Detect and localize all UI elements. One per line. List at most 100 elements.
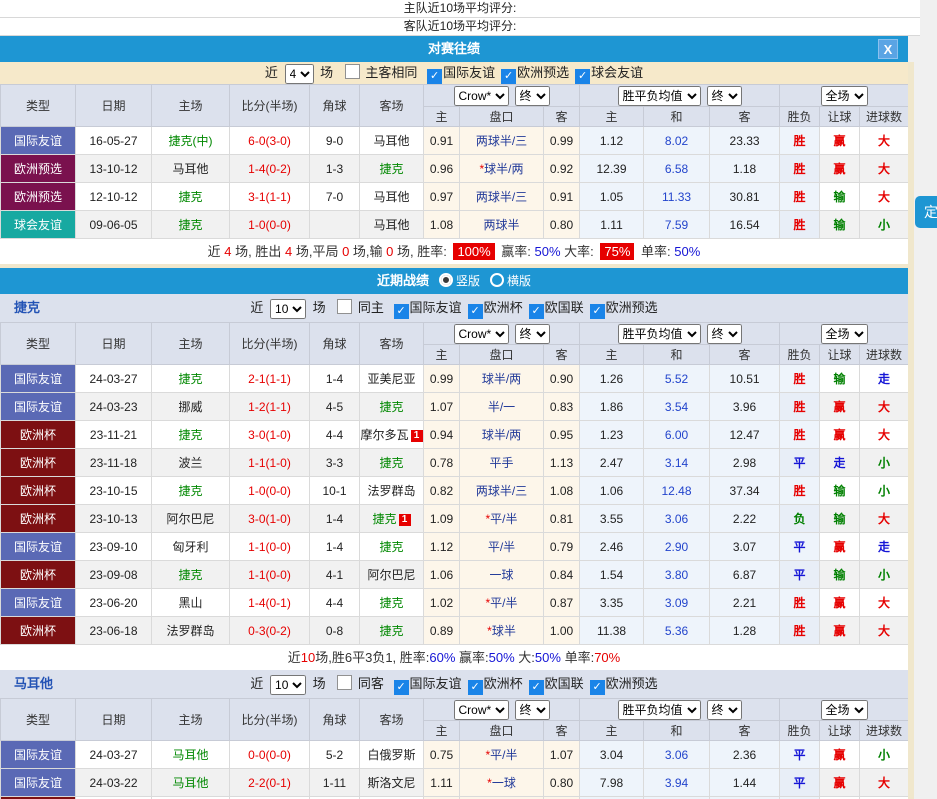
fullmatch-select-group: 全场 [780,323,909,345]
close-icon[interactable]: X [878,39,898,59]
match-type-cell: 欧洲预选 [1,155,76,183]
odds-select-group: Crow* 终 [424,699,580,721]
handicap-cell: 两球半/三 [460,477,544,505]
league-filter-checkbox[interactable]: ✓ [468,304,483,319]
league-filter-checkbox[interactable]: ✓ [501,69,516,84]
layout-radio-selected[interactable] [439,273,453,287]
fullmatch-select[interactable]: 全场 [821,86,868,106]
date-cell: 23-11-18 [76,449,152,477]
league-filter-checkbox[interactable]: ✓ [590,304,605,319]
match-row: 欧洲预选13-10-12马耳他1-4(0-2)1-3捷克0.96*球半/两0.9… [1,155,909,183]
avg-select[interactable]: 胜平负均值 [618,324,701,344]
summary-segment: 场,胜6平3负1, 胜率: [315,650,429,665]
match-count-select[interactable]: 4 [285,64,314,84]
corner-cell: 1-11 [310,769,360,797]
col-odds-away: 客 [544,345,580,365]
col-handicap-result: 让球 [820,107,860,127]
home-team-cell: 捷克 [152,183,230,211]
date-cell: 12-10-12 [76,183,152,211]
date-cell: 24-03-23 [76,393,152,421]
odds-final-select[interactable]: 终 [515,86,550,106]
score-cell: 2-2(0-1) [230,769,310,797]
score-cell: 3-0(1-0) [230,421,310,449]
odds-final-select[interactable]: 终 [515,324,550,344]
avg-away-cell: 2.36 [710,741,780,769]
avg-select-group: 胜平负均值终 [580,699,780,721]
same-away-checkbox[interactable] [337,675,352,690]
corner-cell: 9-0 [310,127,360,155]
same-homeaway-checkbox[interactable] [345,64,360,79]
col-goals: 进球数 [860,107,909,127]
layout-radio-unselected[interactable] [490,273,504,287]
away-odds-cell: 0.81 [544,505,580,533]
home-odds-cell: 0.99 [424,365,460,393]
corner-cell: 5-2 [310,741,360,769]
home-team-cell: 捷克 [152,365,230,393]
league-filter-checkbox[interactable]: ✓ [468,680,483,695]
match-row: 欧洲杯23-10-15捷克1-0(0-0)10-1法罗群岛0.82两球半/三1.… [1,477,909,505]
col-avg-away: 客 [710,345,780,365]
malta-table: 类型 日期 主场 比分(半场) 角球 客场 Crow*终 胜平负均值终 全场 [0,698,909,799]
col-avg-away: 客 [710,721,780,741]
bookmaker-select[interactable]: Crow* [454,700,509,720]
home-odds-cell: 1.08 [424,211,460,239]
avg-final-select[interactable]: 终 [707,700,742,720]
avg-select[interactable]: 胜平负均值 [618,700,701,720]
corner-cell: 4-5 [310,393,360,421]
layout-radio-label[interactable]: 竖版 [456,274,480,288]
home-team-cell: 捷克(中) [152,127,230,155]
match-row: 球会友谊09-06-05捷克1-0(0-0)马耳他1.08两球半0.801.11… [1,211,909,239]
star-icon: * [485,596,490,610]
corner-cell: 1-4 [310,365,360,393]
wdl-result-cell: 平 [780,561,820,589]
home-team-cell: 捷克 [152,477,230,505]
match-type-cell: 国际友谊 [1,127,76,155]
bookmaker-select[interactable]: Crow* [454,324,509,344]
league-filter-checkbox[interactable]: ✓ [529,680,544,695]
bookmaker-select[interactable]: Crow* [454,86,509,106]
summary-segment: 75% [600,243,634,260]
odds-final-select[interactable]: 终 [515,700,550,720]
col-score: 比分(半场) [230,699,310,741]
avg-draw-cell: 12.48 [644,477,710,505]
avg-away-cell: 1.18 [710,155,780,183]
match-count-select[interactable]: 10 [270,675,306,695]
home-team-cell: 匈牙利 [152,533,230,561]
summary-segment: 100% [453,243,494,260]
col-avg-away: 客 [710,107,780,127]
handicap-cell: 半/一 [460,393,544,421]
col-date: 日期 [76,699,152,741]
date-cell: 23-11-21 [76,421,152,449]
col-handicap-result: 让球 [820,721,860,741]
red-card-badge: 1 [411,430,423,442]
match-count-select[interactable]: 10 [270,299,306,319]
match-row: 国际友谊23-09-10匈牙利1-1(0-0)1-4捷克1.12平/半0.792… [1,533,909,561]
summary-segment: 场, 胜出 [232,244,285,259]
league-filter-checkbox[interactable]: ✓ [427,69,442,84]
score-cell: 1-1(0-0) [230,561,310,589]
h2h-summary: 近 4 场, 胜出 4 场,平局 0 场,输 0 场, 胜率: 100% 赢率:… [0,239,908,264]
czech-summary: 近10场,胜6平3负1, 胜率:60% 赢率:50% 大:50% 单率:70% [0,645,908,670]
side-tab-button[interactable]: 定 [915,196,937,228]
league-filter-checkbox[interactable]: ✓ [590,680,605,695]
league-filter-checkbox[interactable]: ✓ [394,680,409,695]
layout-radio-label[interactable]: 横版 [507,274,531,288]
league-filter-checkbox[interactable]: ✓ [529,304,544,319]
wdl-result-cell: 胜 [780,393,820,421]
score-cell: 2-1(1-1) [230,365,310,393]
goals-result-cell: 大 [860,617,909,645]
near-label: 近 [250,300,263,315]
avg-final-select[interactable]: 终 [707,86,742,106]
col-odds-home: 主 [424,721,460,741]
col-goals: 进球数 [860,345,909,365]
league-filter-checkbox[interactable]: ✓ [575,69,590,84]
avg-final-select[interactable]: 终 [707,324,742,344]
wdl-result-cell: 胜 [780,589,820,617]
league-filter-checkbox[interactable]: ✓ [394,304,409,319]
col-home: 主场 [152,323,230,365]
same-home-checkbox[interactable] [337,299,352,314]
handicap-cell: *球半/两 [460,155,544,183]
fullmatch-select[interactable]: 全场 [821,324,868,344]
fullmatch-select[interactable]: 全场 [821,700,868,720]
avg-select[interactable]: 胜平负均值 [618,86,701,106]
